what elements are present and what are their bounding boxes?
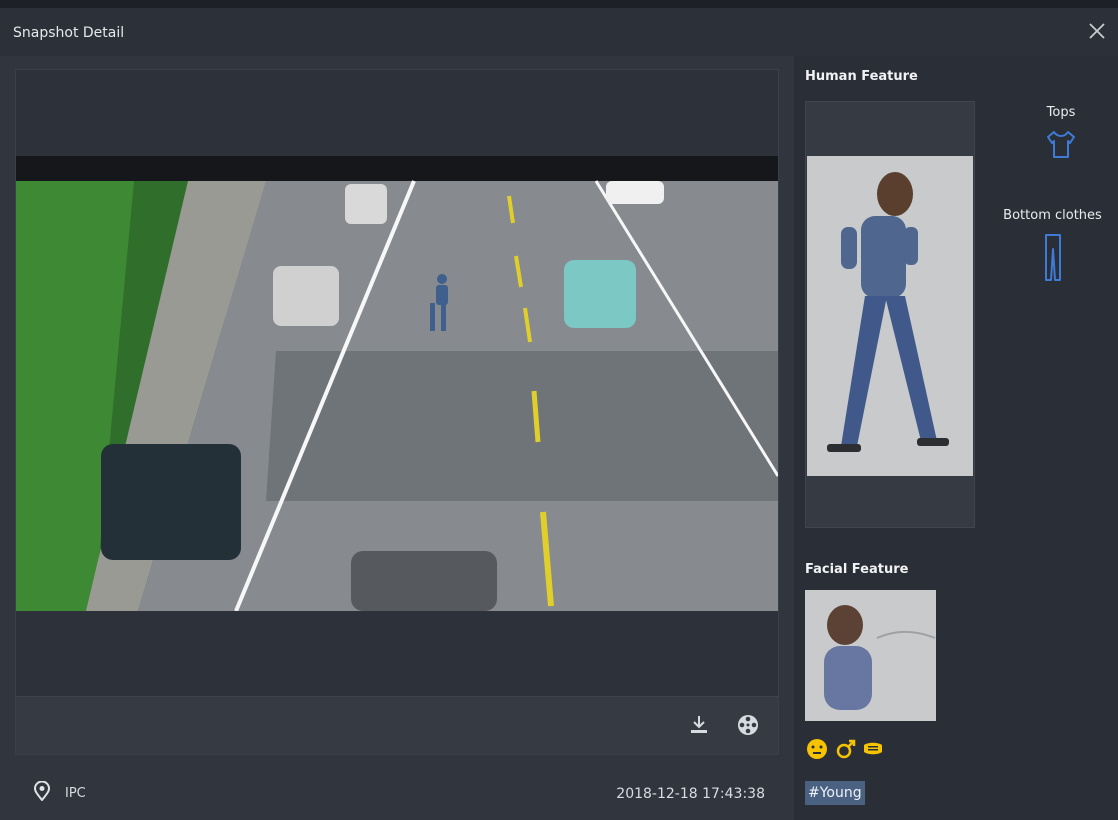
snapshot-timestamp: 2018-12-18 17:43:38 bbox=[616, 786, 765, 802]
snapshot-toolbar bbox=[16, 696, 778, 754]
video-reel-icon[interactable] bbox=[736, 713, 760, 737]
scene-image bbox=[16, 156, 778, 611]
snapshot-viewer-panel bbox=[15, 69, 779, 755]
face-snapshot-image bbox=[805, 590, 936, 721]
snapshot-image-area bbox=[16, 70, 778, 696]
camera-source: IPC bbox=[65, 786, 86, 801]
title-bar: Snapshot Detail bbox=[0, 8, 1118, 56]
download-icon[interactable] bbox=[687, 713, 711, 737]
snapshot-info-row: IPC 2018-12-18 17:43:38 bbox=[15, 770, 779, 810]
human-snapshot-image bbox=[807, 156, 973, 476]
feature-panel: Human Feature Tops Bottom clothes Facial… bbox=[794, 56, 1118, 820]
human-feature-card bbox=[805, 101, 975, 528]
face-mask-icon bbox=[861, 737, 885, 761]
facial-attribute-icons bbox=[805, 737, 965, 765]
male-symbol-icon bbox=[834, 737, 858, 761]
tops-label: Tops bbox=[1046, 105, 1076, 120]
bottom-clothes-label: Bottom clothes bbox=[1003, 208, 1102, 223]
bottom-clothes-feature: Bottom clothes bbox=[990, 208, 1115, 284]
age-tag: #Young bbox=[805, 781, 865, 805]
trousers-icon bbox=[1043, 232, 1063, 284]
tops-feature: Tops bbox=[1030, 105, 1092, 160]
window-title: Snapshot Detail bbox=[13, 25, 125, 41]
window-top-strip bbox=[0, 0, 1118, 8]
t-shirt-icon bbox=[1044, 128, 1078, 160]
snapshot-detail-window: Snapshot Detail IPC 2018-12-18 17:43:38 … bbox=[0, 0, 1118, 820]
human-feature-title: Human Feature bbox=[805, 69, 918, 84]
facial-feature-title: Facial Feature bbox=[805, 562, 909, 577]
location-pin-icon bbox=[33, 780, 51, 802]
close-icon[interactable] bbox=[1086, 20, 1108, 42]
neutral-face-icon bbox=[805, 737, 829, 761]
